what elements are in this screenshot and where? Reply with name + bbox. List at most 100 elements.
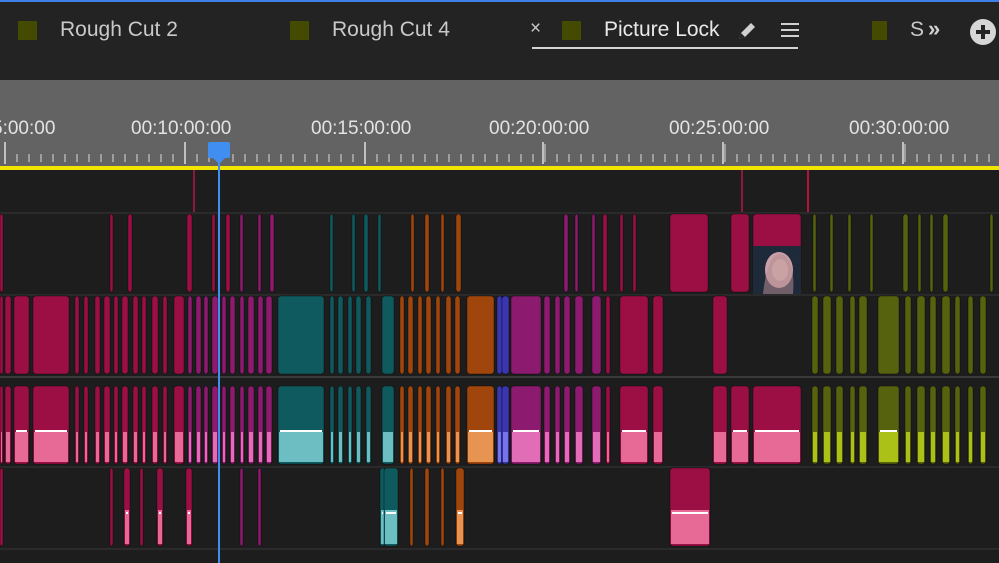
audio-clip: [0, 467, 4, 547]
audio-waveform: [105, 432, 109, 462]
tab-label: S: [909, 18, 924, 41]
playhead-handle[interactable]: [208, 142, 230, 164]
video-clip: [151, 295, 159, 375]
video-clip: [812, 213, 817, 293]
audio-level-line: [35, 430, 67, 432]
audio-waveform: [732, 432, 748, 462]
video-clip: [355, 295, 362, 375]
clip-thumbnail: [753, 246, 801, 294]
audio-clip: [139, 467, 144, 547]
audio-waveform: [153, 432, 157, 462]
video-clip: [0, 295, 4, 375]
audio-level-line: [672, 512, 708, 514]
video-clip: [113, 295, 119, 375]
audio-waveform: [231, 432, 234, 462]
audio-waveform: [123, 432, 127, 462]
audio-waveform: [943, 432, 949, 462]
video-clip: [337, 295, 344, 375]
video-clip: [510, 295, 542, 375]
audio-waveform: [357, 432, 360, 462]
audio-waveform: [134, 432, 137, 462]
audio-waveform: [456, 432, 459, 462]
video-clip: [94, 295, 101, 375]
video-clip: [954, 295, 961, 375]
video-clip: [257, 295, 264, 375]
video-clip: [229, 295, 236, 375]
video-clip: [74, 295, 80, 375]
audio-waveform: [837, 432, 842, 462]
add-circle-icon[interactable]: [970, 19, 996, 45]
video-clip: [410, 213, 415, 293]
audio-level-line: [458, 512, 462, 514]
audio-waveform: [15, 432, 28, 462]
audio-waveform: [654, 432, 662, 462]
audio-waveform: [813, 432, 817, 462]
audio-waveform: [383, 432, 393, 462]
ruler-timecode: 00:20:00:00: [489, 118, 590, 139]
video-clip: [669, 213, 709, 293]
audio-level-line: [382, 512, 383, 514]
tab-color-swatch: [290, 20, 309, 40]
video-clip: [554, 295, 561, 375]
tab-truncated[interactable]: S: [872, 15, 924, 45]
video-clip: [904, 295, 912, 375]
audio-waveform: [860, 432, 866, 462]
video-clip: [829, 213, 834, 293]
chevron-double-right-icon[interactable]: »: [928, 16, 941, 42]
audio-waveform: [279, 432, 323, 462]
video-clip: [0, 213, 4, 293]
audio-waveform: [249, 432, 253, 462]
video-clip: [574, 295, 584, 375]
ruler-timecode: 00:25:00:00: [669, 118, 770, 139]
video-clip: [173, 295, 185, 375]
video-clip: [440, 213, 445, 293]
audio-clip: [440, 467, 445, 547]
video-clip: [424, 213, 430, 293]
video-clip: [902, 213, 909, 293]
audio-waveform: [981, 432, 985, 462]
video-clip: [602, 213, 608, 293]
audio-clip: [109, 467, 114, 547]
video-clip: [141, 295, 147, 375]
close-icon[interactable]: ×: [530, 18, 541, 40]
audio-waveform: [498, 432, 501, 462]
video-clip: [83, 295, 89, 375]
tab-picture-lock[interactable]: Picture Lock: [562, 15, 720, 45]
video-clip: [435, 295, 441, 375]
video-clip: [916, 295, 926, 375]
audio-waveform: [468, 432, 493, 462]
audio-waveform: [607, 432, 609, 462]
audio-level-line: [126, 512, 128, 514]
video-clip: [425, 295, 432, 375]
video-clip: [363, 213, 369, 293]
audio-waveform: [714, 432, 726, 462]
video-clip: [835, 295, 844, 375]
video-clip: [265, 295, 273, 375]
audio-waveform: [427, 432, 430, 462]
video-clip: [979, 295, 987, 375]
video-clip: [847, 213, 852, 293]
pencil-icon[interactable]: [736, 20, 758, 47]
audio-waveform: [76, 432, 78, 462]
hamburger-menu-icon[interactable]: [781, 20, 799, 45]
video-clip: [967, 295, 974, 375]
video-clip: [929, 213, 934, 293]
video-clip: [849, 295, 856, 375]
video-clip: [187, 295, 193, 375]
audio-waveform: [754, 432, 800, 462]
audio-waveform: [175, 432, 183, 462]
time-ruler[interactable]: 5:00:00 00:10:00:00 00:15:00:00 00:20:00…: [0, 80, 999, 166]
audio-waveform: [512, 432, 540, 462]
audio-waveform: [621, 432, 647, 462]
timeline-tracks[interactable]: [0, 170, 999, 563]
video-clip: [121, 295, 129, 375]
tab-rough-cut-4[interactable]: Rough Cut 4: [290, 15, 450, 45]
tab-rough-cut-2[interactable]: Rough Cut 2: [18, 15, 178, 45]
video-clip: [329, 295, 335, 375]
audio-waveform: [545, 432, 549, 462]
audio-waveform: [503, 432, 508, 462]
audio-waveform: [1, 432, 2, 462]
video-clip: [257, 213, 262, 293]
audio-waveform: [576, 432, 582, 462]
audio-waveform: [339, 432, 342, 462]
